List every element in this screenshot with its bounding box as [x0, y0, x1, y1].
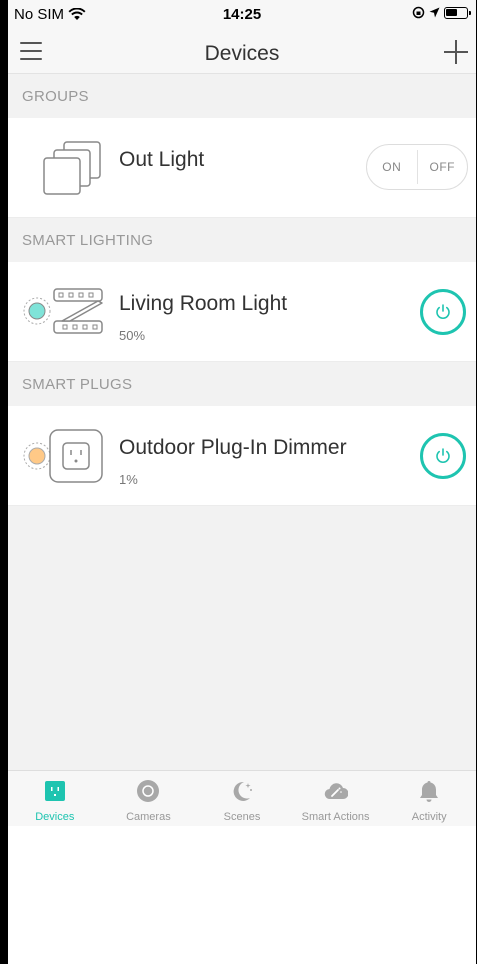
brightness-level: 50%: [119, 328, 146, 343]
device-name: Out Light: [119, 148, 205, 171]
state-indicator-dot: [28, 302, 46, 320]
tab-scenes[interactable]: Scenes: [195, 771, 289, 826]
location-icon: [429, 7, 440, 18]
group-on-off-switch: ON OFF: [366, 144, 468, 190]
power-icon: [436, 448, 450, 463]
bell-icon: [420, 781, 439, 802]
app-screen: No SIM 14:25 Devices GROUPS Out Light ON…: [8, 0, 476, 826]
status-bar: No SIM 14:25: [8, 0, 476, 30]
navigation-bar: Devices: [8, 30, 476, 74]
device-row-out-light[interactable]: Out Light ON OFF: [8, 118, 476, 218]
section-header-smart-plugs: SMART PLUGS: [8, 362, 476, 406]
tab-cameras[interactable]: Cameras: [102, 771, 196, 826]
off-button[interactable]: OFF: [418, 160, 468, 174]
group-stack-icon: [43, 141, 101, 195]
power-icon: [436, 304, 450, 319]
device-frame: No SIM 14:25 Devices GROUPS Out Light ON…: [0, 0, 477, 964]
camera-icon: [137, 780, 160, 802]
tab-label: Devices: [35, 811, 75, 823]
light-strip-icon: [23, 288, 103, 334]
device-row-living-room-light[interactable]: Living Room Light 50%: [8, 262, 476, 362]
moon-stars-icon: [233, 781, 252, 801]
tab-devices[interactable]: Devices: [8, 771, 102, 826]
power-button[interactable]: [420, 289, 466, 335]
clock: 14:25: [222, 6, 262, 23]
plug-icon: [44, 781, 65, 801]
tab-bar: Devices Cameras Scenes Smart Actions Act…: [8, 770, 476, 826]
tab-smart-actions[interactable]: Smart Actions: [289, 771, 383, 826]
battery-icon: [444, 6, 471, 19]
tab-label: Activity: [411, 811, 447, 823]
tab-label: Scenes: [223, 811, 261, 823]
cloud-wand-icon: [324, 783, 348, 800]
smart-plug-icon: [23, 429, 103, 483]
dimmer-level: 1%: [119, 472, 138, 487]
device-name: Outdoor Plug-In Dimmer: [119, 436, 347, 459]
device-name: Living Room Light: [119, 292, 288, 315]
device-row-outdoor-plug-in-dimmer[interactable]: Outdoor Plug-In Dimmer 1%: [8, 406, 476, 506]
power-button[interactable]: [420, 433, 466, 479]
tab-label: Cameras: [126, 811, 171, 823]
section-header-groups: GROUPS: [8, 74, 476, 118]
add-device-button[interactable]: [444, 40, 468, 64]
on-button[interactable]: ON: [367, 160, 417, 174]
tab-activity[interactable]: Activity: [382, 771, 476, 826]
page-title: Devices: [204, 42, 280, 65]
orientation-lock-icon: [412, 6, 425, 19]
tab-label: Smart Actions: [301, 811, 370, 823]
section-header-smart-lighting: SMART LIGHTING: [8, 218, 476, 262]
state-indicator-dot: [28, 447, 46, 465]
